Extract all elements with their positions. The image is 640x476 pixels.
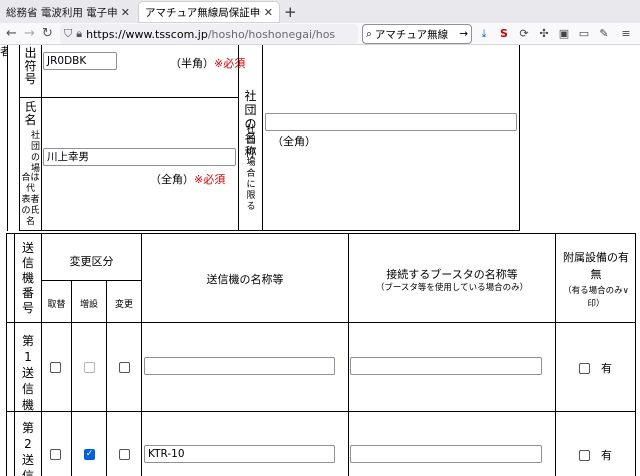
club-sublabel: 場 [246, 158, 256, 168]
name-sublabel: 社 [31, 131, 41, 141]
name-required: ※必須 [194, 173, 226, 186]
club-name-input[interactable] [265, 113, 517, 131]
tab-label: アマチュア無線局保証申込み [145, 6, 261, 19]
tx1-replace-checkbox[interactable] [50, 362, 61, 373]
shield-icon[interactable]: ⛉ [64, 27, 72, 41]
extension-sync-icon[interactable]: ⟳ [517, 26, 531, 42]
tx-number-header-5: 号 [21, 301, 34, 315]
tx2-booster-input[interactable] [350, 445, 542, 463]
name-sublabel: 氏 [30, 206, 40, 216]
tx1-label: 信 [21, 382, 34, 396]
tab-bar: 総務省 電波利用 電子申請・ ✕ アマチュア無線局保証申込み ✕ + [0, 0, 640, 23]
tx-number-header-2: 信 [21, 256, 34, 270]
tx1-booster-input[interactable] [350, 357, 542, 375]
tx1-label: 機 [21, 398, 34, 412]
name-sublabel: は [30, 173, 40, 183]
navigation-bar: ← → ↻ ⛉ 🔒︎ https://www.tsscom.jp/hosho/h… [0, 23, 640, 45]
name-sublabel: 表 [21, 195, 31, 205]
tx2-replace-checkbox[interactable] [50, 449, 61, 460]
extension-s-icon[interactable]: S [497, 26, 511, 42]
add-header: 増設 [79, 300, 98, 310]
club-note: （全角） [272, 135, 316, 148]
tx-number-header-4: 番 [21, 286, 34, 300]
name-sublabel: 名 [25, 217, 35, 227]
tx2-change-checkbox[interactable] [119, 449, 130, 460]
tx2-add-checkbox[interactable]: ✓ [84, 449, 95, 460]
new-tab-plus-icon[interactable]: + [284, 3, 297, 21]
back-arrow-icon[interactable]: ← [6, 25, 17, 43]
tx1-add-checkbox[interactable] [84, 362, 95, 373]
change-category-header: 変更区分 [69, 255, 114, 268]
left-edge-char: 者 [0, 45, 7, 58]
club-sublabel: る [246, 202, 256, 212]
callsign-required: ※必須 [214, 57, 246, 70]
callsign-note: （半角） [170, 57, 214, 70]
callsign-input[interactable]: JR0DBK [43, 52, 117, 70]
change-header: 変更 [114, 300, 133, 310]
tx-name-header: 送信機の名称等 [206, 273, 284, 286]
booster-note: （ブースタ等を使用している場合のみ） [375, 283, 529, 293]
tx2-label: 第 [21, 421, 34, 435]
name-sublabel: 者 [30, 195, 40, 205]
tab-soumu[interactable]: 総務省 電波利用 電子申請・ ✕ [0, 2, 136, 22]
tx2-label: 送 [21, 453, 34, 467]
url-path: /hosho/hoshonegai/hos [207, 27, 336, 41]
tx1-accessory-checkbox[interactable] [579, 363, 590, 374]
menu-icon[interactable]: ≡ [619, 26, 633, 42]
extension-puzzle-icon[interactable]: ✣ [537, 26, 551, 42]
search-bar[interactable]: ⌕ アマチュア無線 → [362, 24, 472, 44]
club-sublabel: 限 [246, 191, 256, 201]
tx1-label: 第 [21, 334, 34, 348]
tx1-label: 1 [24, 350, 32, 364]
replace-header: 取替 [47, 300, 66, 310]
club-sublabel: 合 [246, 169, 256, 179]
url-domain: https://www.tsscom.jp [86, 27, 208, 41]
name-sublabel: 代 [25, 184, 35, 194]
name-note: （全角） [150, 173, 194, 186]
name-sublabel: の [21, 206, 31, 216]
club-sublabel: 社 [246, 125, 256, 135]
name-sublabel: 団 [31, 142, 41, 152]
page-content: 者 出 符 号 JR0DBK （半角）※必須 氏 名 社 団 の 場 合は 代 … [0, 45, 640, 476]
tx1-name-input[interactable] [144, 357, 335, 375]
club-sublabel: 団 [246, 136, 256, 146]
name-sublabel: 合 [21, 173, 31, 183]
tx2-accessory-checkbox[interactable] [579, 450, 590, 461]
name-label-2: 名 [24, 113, 37, 127]
tx2-name-input[interactable]: KTR-10 [144, 445, 335, 463]
go-arrow-icon[interactable]: → [459, 28, 468, 40]
tx1-accessory-label: 有 [601, 362, 612, 375]
close-icon[interactable]: ✕ [264, 6, 273, 19]
close-icon[interactable]: ✕ [121, 6, 130, 19]
tx2-label: 2 [24, 437, 32, 451]
forward-arrow-icon[interactable]: → [24, 25, 35, 43]
callsign-label-3: 号 [24, 72, 37, 86]
club-sublabel: の [246, 147, 256, 157]
lock-icon[interactable]: 🔒︎ [76, 27, 82, 41]
tx2-accessory-label: 有 [601, 449, 612, 462]
tx1-label: 送 [21, 366, 34, 380]
accessory-note: （有る場合のみ∨印） [563, 286, 629, 309]
name-sublabel: の [31, 153, 41, 163]
search-input[interactable]: アマチュア無線 [375, 27, 459, 42]
name-input[interactable]: 川上幸男 [43, 148, 236, 166]
tx2-label: 信 [21, 469, 34, 476]
club-sublabel: に [246, 180, 256, 190]
note-icon[interactable]: ✎ [597, 26, 611, 42]
search-icon: ⌕ [366, 27, 372, 40]
booster-header: 接続するブースタの名称等 [386, 268, 518, 281]
folder-icon[interactable]: ▭ [577, 26, 591, 42]
tab-label: 総務省 電波利用 電子申請・ [6, 6, 118, 19]
download-icon[interactable]: ⤓ [477, 26, 491, 42]
tab-amateur-radio[interactable]: アマチュア無線局保証申込み ✕ [139, 2, 279, 22]
tx-number-header-1: 送 [21, 241, 34, 255]
tx-number-header-3: 機 [21, 271, 34, 285]
extension-box-icon[interactable]: ▣ [557, 26, 571, 42]
url-bar[interactable]: ⛉ 🔒︎ https://www.tsscom.jp/hosho/hoshone… [60, 24, 358, 44]
accessory-header: 附属設備の有無 [563, 251, 629, 281]
tx1-change-checkbox[interactable] [119, 362, 130, 373]
reload-icon[interactable]: ↻ [42, 25, 53, 43]
